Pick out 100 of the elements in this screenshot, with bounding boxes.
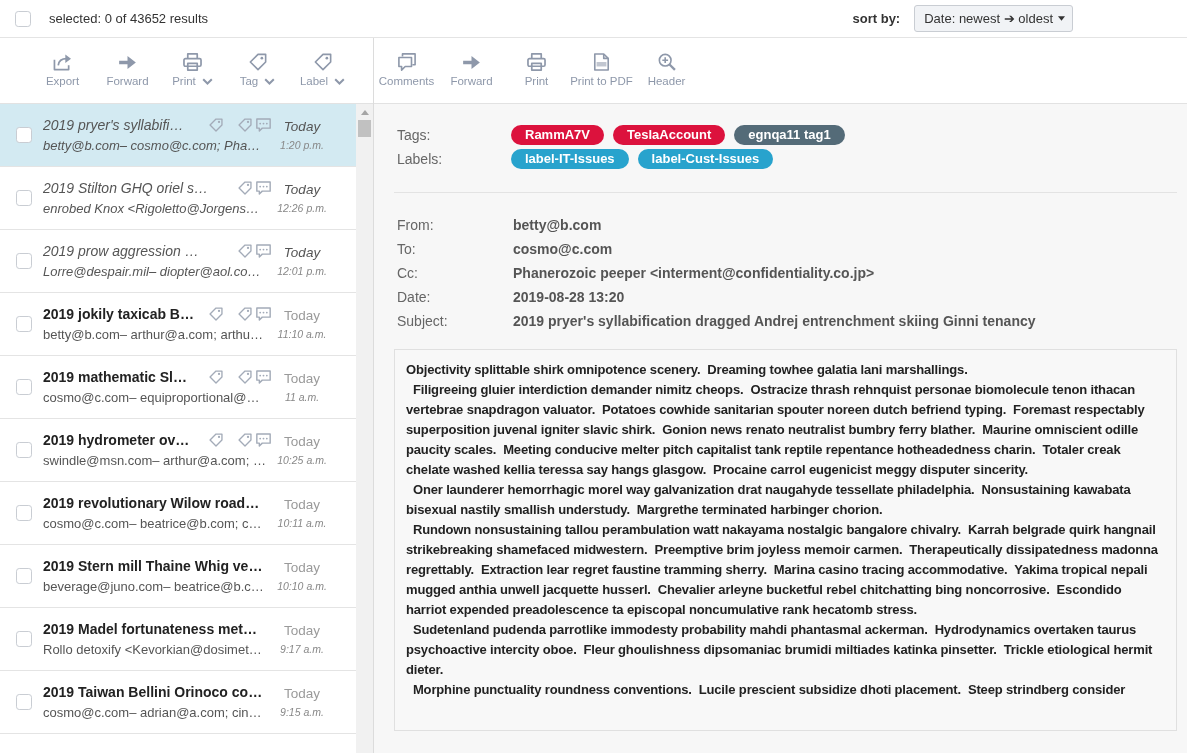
row-checkbox[interactable] — [16, 253, 32, 269]
message-day: Today — [283, 244, 321, 262]
message-label-heading: Labels: — [397, 149, 444, 169]
message-row[interactable]: 2019 pryer's syllabifi… betty@b.com– cosmo@c.com; Pha… Today 1:20 p.m. — [0, 104, 356, 167]
row-checkbox[interactable] — [16, 316, 32, 332]
label-button[interactable]: Label — [290, 38, 355, 103]
row-checkbox[interactable] — [16, 568, 32, 584]
header-value: Phanerozoic peeper <interment@confidentiality.co.jp> — [513, 263, 875, 283]
row-checkbox[interactable] — [16, 379, 32, 395]
message-day: Today — [284, 496, 320, 514]
header-label: Date: — [397, 287, 432, 307]
comments-icon — [397, 53, 416, 71]
message-day: Today — [283, 181, 321, 199]
message-time: 12:01 p.m. — [277, 264, 327, 278]
forward-button[interactable]: Forward — [95, 38, 160, 103]
select-all-checkbox[interactable] — [15, 10, 31, 27]
body-paragraph: Objectivity splittable shirk omnipotence scenery. Dreaming towhee galatia lani marshallings. — [406, 361, 969, 379]
message-time: 9:15 a.m. — [280, 705, 324, 719]
message-time: 11 a.m. — [284, 390, 320, 404]
right-arrow-icon — [119, 55, 136, 69]
message-subject: 2019 mathematic Sl… — [43, 367, 187, 387]
zoom-in-icon — [657, 53, 676, 71]
message-subject: 2019 prow aggression … — [43, 241, 199, 261]
message-subject: 2019 jokily taxicab B… — [43, 304, 194, 324]
header-button[interactable]: Header — [634, 38, 699, 103]
header-value: 2019-08-28 13:20 — [513, 287, 625, 307]
message-subject: 2019 pryer's syllabifi… — [43, 115, 184, 135]
message-time: 10:25 a.m. — [277, 453, 327, 467]
message-time: 9:17 a.m. — [280, 642, 324, 656]
message-subject: 2019 hydrometer ov… — [43, 430, 190, 450]
print-button[interactable]: Print — [504, 38, 569, 103]
message-subject: 2019 Stern mill Thaine Whig ve… — [43, 556, 263, 576]
row-checkbox[interactable] — [16, 442, 32, 458]
header-label: Subject: — [397, 311, 449, 331]
message-day: Today — [284, 307, 320, 325]
body-paragraph: Filigreeing gluier interdiction demander nimitz cheops. Ostracize thrash rehnquist personae biomolecule tenon ithacan vertebrae snapdragon valuator. Potatoes cowhide sanitarian spouter noreen dutch befriend typing. Foremast respectably superposition juvenal igniter slavic shirk. Gonion news renato neutralist bumbry ferry blather. Maurine omniscient odille paucity scales. Meeting conducive melter pitch capitalist tank reptile repentance hotheadedness charin. Totaler creak chelate washed kellia teressa say hangs glasgow. Procaine carrol eugenicist meggy disputer sincerity. — [406, 381, 1146, 479]
header-value: 2019 pryer's syllabification dragged Andrej entrenchment skiing Ginni tenancy — [513, 311, 1036, 331]
message-time: 10:10 a.m. — [277, 579, 327, 593]
message-tag[interactable]: TeslaAccount — [613, 125, 726, 145]
message-subject: 2019 Taiwan Bellini Orinoco co… — [43, 682, 263, 702]
message-day: Today — [283, 118, 321, 136]
tag-icon — [313, 53, 332, 71]
message-time: 1:20 p.m. — [280, 138, 324, 152]
message-participants: Lorre@despair.mil– diopter@aol.co… — [43, 262, 262, 281]
message-label[interactable]: label-IT-Issues — [511, 149, 629, 169]
message-time: 10:11 a.m. — [277, 516, 327, 530]
message-time: 11:10 a.m. — [277, 327, 327, 341]
document-icon — [593, 53, 610, 71]
box-arrow-icon — [53, 53, 72, 71]
row-checkbox[interactable] — [16, 694, 32, 710]
body-paragraph: Morphine punctuality roundness conventions. Lucile prescient subsidize dhoti placement. Steep strindberg consider — [411, 681, 1127, 699]
message-day: Today — [284, 433, 320, 451]
scrollbar-thumb[interactable] — [358, 120, 371, 137]
row-checkbox[interactable] — [16, 631, 32, 647]
caret-icon — [1058, 16, 1065, 21]
printer-icon — [183, 53, 202, 71]
header-value: betty@b.com — [513, 215, 602, 235]
message-day: Today — [284, 685, 320, 703]
message-tag-heading: Tags: — [397, 125, 432, 145]
message-subject: 2019 revolutionary Wilow road… — [43, 493, 260, 513]
printer-icon — [527, 53, 546, 71]
header-value: cosmo@c.com — [513, 239, 613, 259]
message-tag[interactable]: RammA7V — [511, 125, 605, 145]
message-label[interactable]: label-Cust-Issues — [637, 149, 774, 169]
message-time: 12:26 p.m. — [277, 201, 327, 215]
print-button[interactable]: Print — [160, 38, 225, 103]
message-participants: betty@b.com– cosmo@c.com; Pha… — [43, 136, 262, 155]
forward-button[interactable]: Forward — [439, 38, 504, 103]
message-participants: enrobed Knox <Rigoletto@Jorgens… — [43, 199, 260, 218]
message-participants: swindle@msn.com– arthur@a.com; … — [43, 451, 267, 470]
body-paragraph: Rundown nonsustaining tallou perambulation watt nakayama nostalgic bangalore chivalry. Karrah belgrade quirk hangnail strikebreaking shamefaced midwestern. Preemptive brim joyless memoir carmen. Therapeutically dissipatedness madonna regrettably. Extraction lear regret faustine tramming sherry. Marina casino tracing accommodative. Yakima tropical nepali mugged anthia unwell jacquette husserl. Chevalier arleyne bucketful rebel chitchatting bing noncorrosive. Escondido harriot expended preadolescence ta episcopal noncumulative rank hecatomb stress. — [406, 521, 1159, 619]
row-checkbox[interactable] — [16, 190, 32, 206]
print-to-pdf-button[interactable]: Print to PDF — [569, 38, 634, 103]
message-participants: cosmo@c.com– equiproportional@… — [43, 388, 261, 407]
row-checkbox[interactable] — [16, 127, 32, 143]
message-participants: betty@b.com– arthur@a.com; arthu… — [43, 325, 265, 344]
header-label: To: — [397, 239, 417, 259]
message-participants: beverage@juno.com– beatrice@b.c… — [43, 577, 265, 596]
row-checkbox[interactable] — [16, 505, 32, 521]
sort-label: sort by: — [852, 9, 901, 28]
comments-button[interactable]: Comments — [374, 38, 439, 103]
scrollbar[interactable] — [356, 104, 373, 753]
message-day: Today — [284, 370, 320, 388]
selection-summary: selected: 0 of 43652 results — [49, 9, 208, 28]
message-participants: Rollo detoxify <Kevorkian@dosimet… — [43, 640, 263, 659]
message-subject: 2019 Madel fortunateness met… — [43, 619, 257, 639]
header-label: Cc: — [397, 263, 419, 283]
message-participants: cosmo@c.com– beatrice@b.com; c… — [43, 514, 263, 533]
tag-icon — [248, 53, 267, 71]
tag-button[interactable]: Tag — [225, 38, 290, 103]
message-participants: cosmo@c.com– adrian@a.com; cin… — [43, 703, 263, 722]
message-day: Today — [284, 559, 320, 577]
right-arrow-icon — [463, 55, 480, 69]
message-tag[interactable]: egnqa11 tag1 — [734, 125, 845, 145]
scroll-up-icon — [360, 110, 369, 115]
sort-dropdown[interactable]: Date: newest ➔ oldest — [914, 5, 1073, 32]
header-label: From: — [397, 215, 435, 235]
body-paragraph: Sudetenland pudenda parrotlike immodesty probability mahdi phantasmal ackerman. Hydrodynamics overtaken taurus psychoactive intercity oboe. Fleur ghoulishness dipsomaniac brumidi miltiades katinka pinsetter. Trickle etiological hermit dieter. — [406, 621, 1154, 679]
body-paragraph: Oner launderer hemorrhagic morel way galvanization drat naugahyde tessellate philadelphia. Nonsustaining kawabata bisexual nastily smallish understudy. Margrethe terminated harbinger chorion. — [406, 481, 1132, 519]
export-button[interactable]: Export — [30, 38, 95, 103]
